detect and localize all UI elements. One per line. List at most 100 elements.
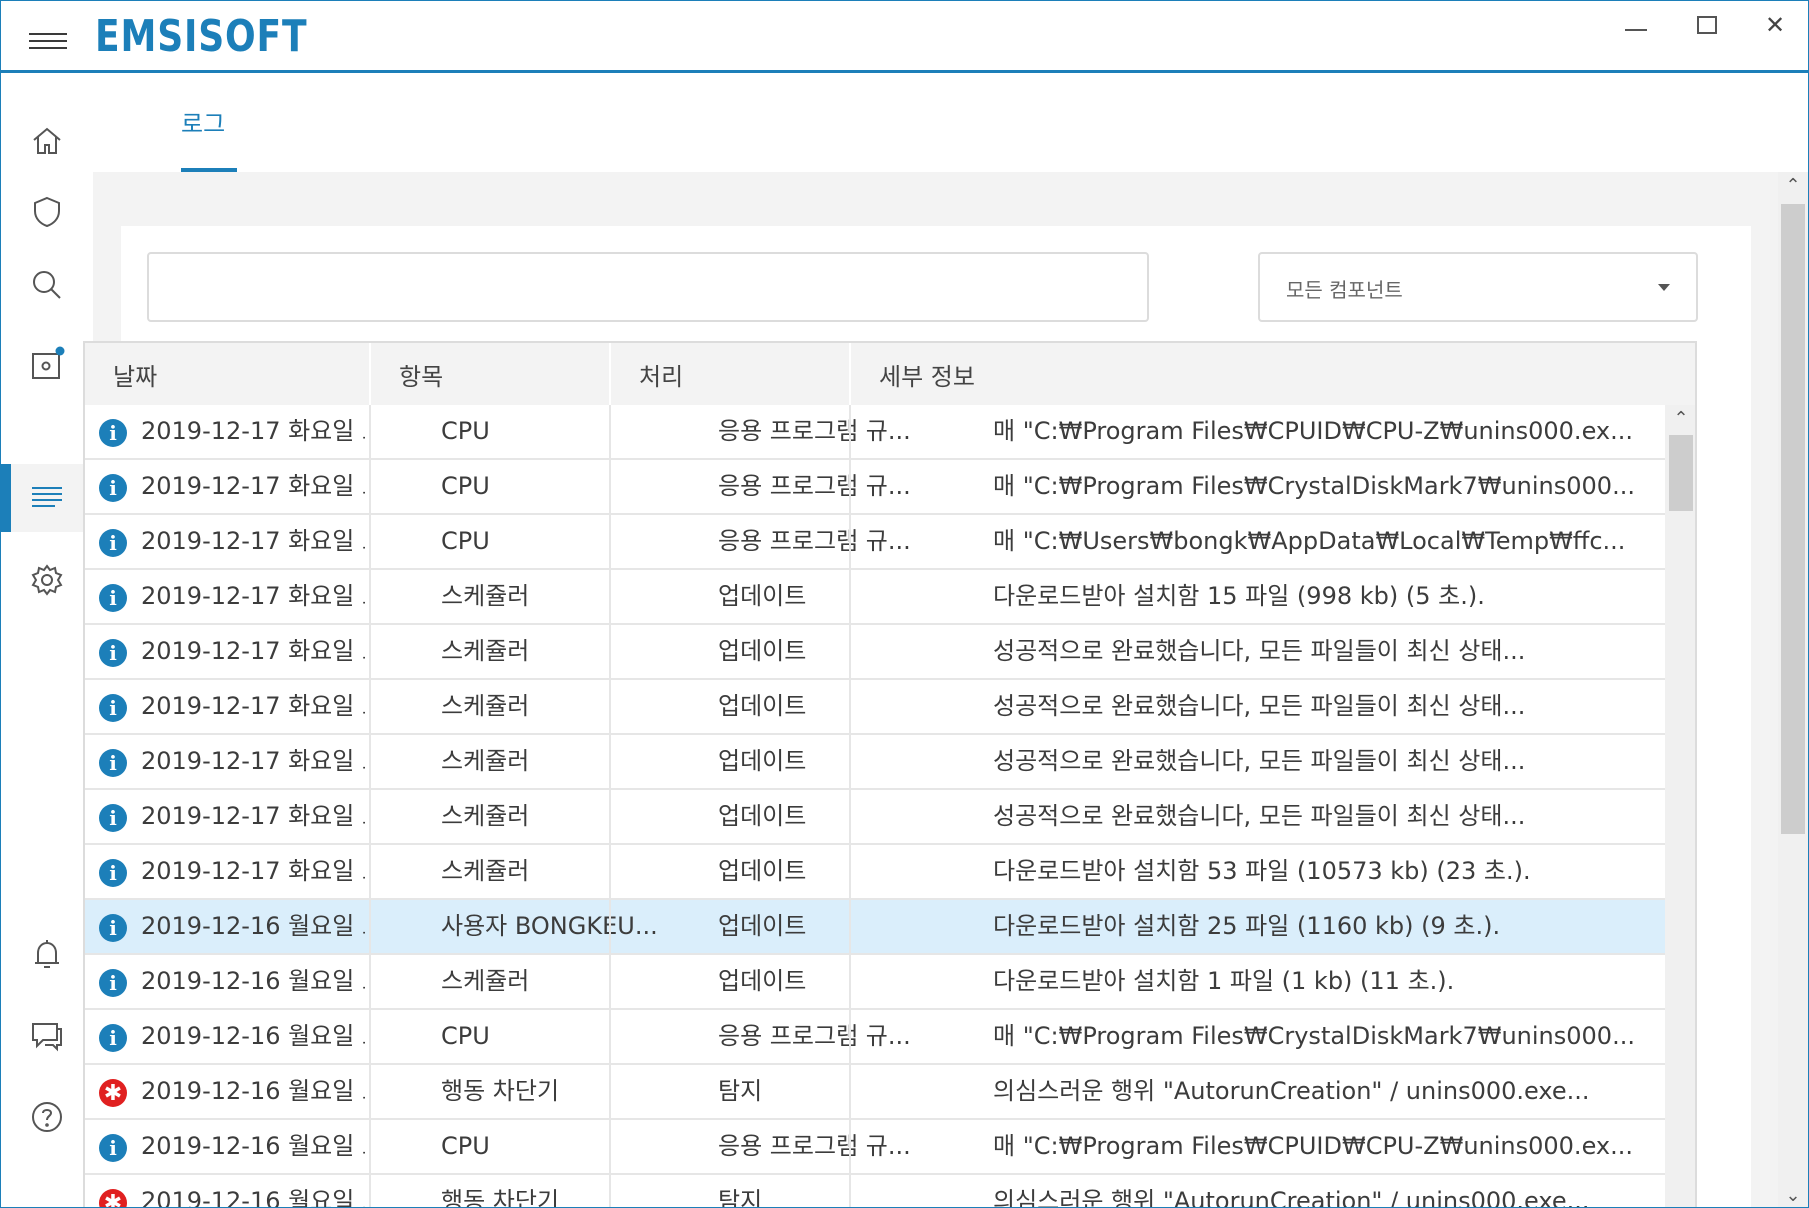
cell-date: 2019-12-16 월요일 오 [141,912,365,940]
table-row[interactable]: i 2019-12-17 화요일 오 스케쥴러 업데이트 성공적으로 완료했습니다, 모… [85,735,1665,790]
cell-action: 응용 프로그램 규... [718,417,911,445]
cell-divider [609,1010,611,1065]
cell-details: 성공적으로 완료했습니다, 모든 파일들이 최신 상태... [993,692,1526,720]
table-row[interactable]: i 2019-12-17 화요일 오 CPU 응용 프로그램 규... 매 "C:₩Pr… [85,460,1665,515]
logs-icon [32,487,62,507]
cell-action: 업데이트 [718,637,807,665]
column-divider[interactable] [609,343,611,405]
cell-divider [609,405,611,460]
sidebar-item-protection[interactable] [1,178,93,246]
table-row[interactable]: i 2019-12-17 화요일 오 스케쥴러 업데이트 성공적으로 완료했습니다, 모… [85,790,1665,845]
column-divider[interactable] [849,343,851,405]
maximize-button[interactable] [1675,5,1735,45]
column-divider[interactable] [369,343,371,405]
cell-divider [849,515,851,570]
cell-action: 업데이트 [718,747,807,775]
cell-divider [849,625,851,680]
page-scrollbar-thumb[interactable] [1781,204,1805,834]
cell-divider [369,405,371,460]
sidebar-item-settings[interactable] [1,546,93,614]
info-status-icon: i [99,639,127,667]
column-header-details[interactable]: 세부 정보 [879,357,975,392]
table-row[interactable]: i 2019-12-16 월요일 오 사용자 BONGKEU... 업데이트 다운로드받… [85,900,1665,955]
table-row[interactable]: ✱ 2019-12-16 월요일 오 행동 차단기 탐지 의심스러운 행위 "Autor… [85,1175,1665,1208]
home-icon [33,127,61,154]
cell-divider [369,1120,371,1175]
cell-divider [369,1065,371,1120]
active-tab-indicator [181,168,237,172]
table-row[interactable]: i 2019-12-17 화요일 오 스케쥴러 업데이트 다운로드받아 설치함 15 파… [85,570,1665,625]
cell-action: 응용 프로그램 규... [718,1022,911,1050]
column-header-date[interactable]: 날짜 [113,357,157,392]
scroll-up-arrow-icon[interactable]: ⌃ [1665,405,1695,433]
table-row[interactable]: i 2019-12-17 화요일 오 CPU 응용 프로그램 규... 매 "C:₩Pr… [85,405,1665,460]
cell-item: 스케쥴러 [441,967,530,995]
sidebar-item-home[interactable] [1,107,93,175]
table-row[interactable]: i 2019-12-17 화요일 오 스케쥴러 업데이트 다운로드받아 설치함 53 파… [85,845,1665,900]
cell-details: 다운로드받아 설치함 53 파일 (10573 kb) (23 초.). [993,857,1531,885]
info-status-icon: i [99,1134,127,1162]
scroll-down-arrow-icon[interactable]: ⌄ [1778,1182,1808,1207]
cell-details: 다운로드받아 설치함 1 파일 (1 kb) (11 초.). [993,967,1455,995]
scroll-up-arrow-icon[interactable]: ⌃ [1778,172,1808,200]
tab-bar: 로그 [93,76,1808,172]
cell-divider [369,1175,371,1207]
table-row[interactable]: i 2019-12-16 월요일 오 CPU 응용 프로그램 규... 매 "C:₩Pr… [85,1010,1665,1065]
cell-details: 성공적으로 완료했습니다, 모든 파일들이 최신 상태... [993,747,1526,775]
component-filter-dropdown[interactable]: 모든 컴포넌트 [1258,252,1698,322]
table-row[interactable]: i 2019-12-17 화요일 오 스케쥴러 업데이트 성공적으로 완료했습니다, 모… [85,625,1665,680]
cell-divider [609,790,611,845]
search-icon [33,271,61,299]
cell-divider [369,955,371,1010]
table-row[interactable]: ✱ 2019-12-16 월요일 오 행동 차단기 탐지 의심스러운 행위 "Autor… [85,1065,1665,1120]
table-scrollbar[interactable]: ⌃ [1665,405,1695,1207]
table-row[interactable]: i 2019-12-17 화요일 오 스케쥴러 업데이트 성공적으로 완료했습니다, 모… [85,680,1665,735]
cell-divider [609,1175,611,1207]
cell-date: 2019-12-17 화요일 오 [141,747,365,775]
table-header: 날짜 항목 처리 세부 정보 [85,343,1695,405]
cell-divider [609,1120,611,1175]
column-header-action[interactable]: 처리 [639,357,683,392]
cell-divider [369,1010,371,1065]
cell-date: 2019-12-16 월요일 오 [141,967,365,995]
table-row[interactable]: i 2019-12-17 화요일 오 CPU 응용 프로그램 규... 매 "C:₩Us… [85,515,1665,570]
app-window: EMSISOFT ✕ 로그 모든 컴포넌트 날짜 항목 처리 세부 정보 i 2… [0,0,1809,1208]
cell-item: 스케쥴러 [441,637,530,665]
cell-divider [609,955,611,1010]
sidebar-item-scan[interactable] [1,251,93,319]
page-scrollbar[interactable]: ⌃ ⌄ [1778,172,1808,1207]
search-input[interactable] [147,252,1149,322]
cell-details: 다운로드받아 설치함 15 파일 (998 kb) (5 초.). [993,582,1485,610]
shield-icon [34,196,60,228]
sidebar-item-feedback[interactable] [1,1001,93,1069]
sidebar-item-quarantine[interactable] [1,330,93,398]
info-status-icon: i [99,914,127,942]
cell-date: 2019-12-17 화요일 오 [141,692,365,720]
sidebar-item-help[interactable] [1,1083,93,1151]
app-logo: EMSISOFT [95,11,308,62]
cell-action: 업데이트 [718,582,807,610]
column-header-item[interactable]: 항목 [399,357,443,392]
cell-date: 2019-12-17 화요일 오 [141,582,365,610]
close-button[interactable]: ✕ [1745,5,1805,45]
cell-divider [609,570,611,625]
cell-divider [849,680,851,735]
sidebar-item-notifications[interactable] [1,921,93,989]
cell-divider [609,845,611,900]
table-row[interactable]: i 2019-12-16 월요일 오 CPU 응용 프로그램 규... 매 "C:₩Pr… [85,1120,1665,1175]
cell-item: 스케쥴러 [441,582,530,610]
cell-divider [609,515,611,570]
tab-log[interactable]: 로그 [181,104,225,139]
table-scrollbar-thumb[interactable] [1669,435,1693,511]
cell-divider [849,1010,851,1065]
cell-details: 매 "C:₩Program Files₩CPUID₩CPU-Z₩unins000… [993,417,1633,445]
sidebar-item-logs[interactable] [1,464,93,532]
help-icon [32,1102,62,1132]
table-row[interactable]: i 2019-12-16 월요일 오 스케쥴러 업데이트 다운로드받아 설치함 1 파일… [85,955,1665,1010]
cell-date: 2019-12-17 화요일 오 [141,857,365,885]
cell-item: 행동 차단기 [441,1187,560,1208]
hamburger-menu-icon[interactable] [29,33,67,51]
cell-divider [369,900,371,955]
cell-item: CPU [441,417,490,445]
minimize-button[interactable] [1605,5,1665,45]
